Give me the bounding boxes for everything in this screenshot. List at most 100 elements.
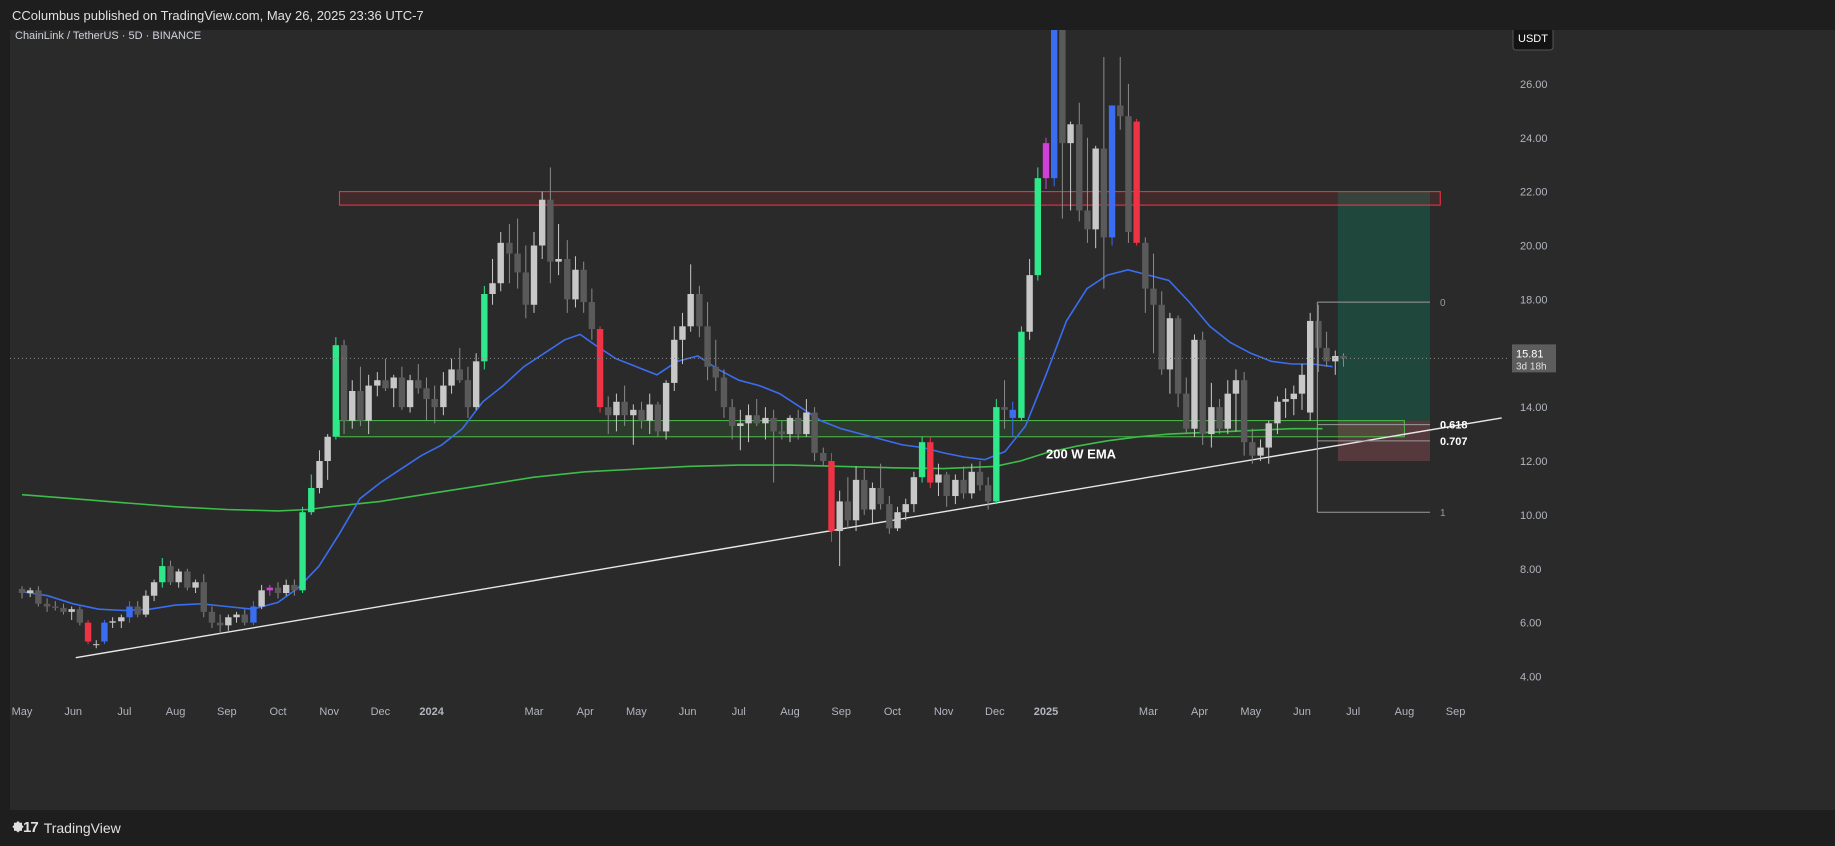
candle-body <box>952 479 959 497</box>
candle-body <box>481 294 488 362</box>
brand-name[interactable]: TradingView <box>44 820 121 836</box>
candle-body <box>423 388 430 400</box>
chart-panel[interactable]: 0 0.618 0.707 1 200 W EMA 4.00 6.00 8.00 10.00 1… <box>10 0 1835 810</box>
candle <box>142 590 150 618</box>
candle <box>687 264 694 332</box>
x-tick-label: Sep <box>217 706 237 718</box>
candle <box>1108 105 1116 246</box>
x-tick-label: Jun <box>1293 706 1311 718</box>
candle <box>960 466 967 499</box>
candle <box>175 568 182 588</box>
candle-body <box>1298 374 1306 394</box>
candle-body <box>282 584 290 594</box>
candle <box>35 586 42 607</box>
candle <box>159 558 166 588</box>
candle <box>596 326 604 413</box>
price-tag-value: 15.81 <box>1516 348 1544 360</box>
candle <box>538 191 546 259</box>
candle-body <box>679 326 686 340</box>
candle-body <box>712 366 719 378</box>
candle-body <box>960 479 967 494</box>
candle-body <box>605 407 612 416</box>
candle-body <box>357 390 364 421</box>
candle-body <box>76 609 84 623</box>
x-tick-label: Apr <box>577 706 594 718</box>
x-tick-label: Oct <box>884 706 901 718</box>
candle <box>1059 0 1066 219</box>
candle-body <box>167 566 174 583</box>
price-chart[interactable]: 0 0.618 0.707 1 200 W EMA 4.00 6.00 8.00 10.00 1… <box>10 0 1835 810</box>
candle <box>1117 56 1124 130</box>
x-tick-label: Aug <box>780 706 800 718</box>
candle-body <box>225 617 232 626</box>
x-tick-label: Dec <box>371 706 391 718</box>
y-tick-label: 10.00 <box>1520 510 1548 522</box>
candle-body <box>374 380 381 386</box>
candle-body <box>770 417 777 432</box>
candle <box>1166 312 1174 394</box>
candle <box>184 568 191 591</box>
candle-body <box>382 380 389 389</box>
fib-level-label: 0 <box>1440 298 1446 309</box>
candle-body <box>1150 288 1157 305</box>
candle <box>216 614 224 634</box>
candle-body <box>68 609 75 612</box>
candle-body <box>84 622 92 642</box>
candle-body <box>448 369 455 386</box>
candle <box>588 288 596 340</box>
candle <box>811 407 818 462</box>
ema-200-line <box>21 427 1323 512</box>
candle <box>415 364 422 394</box>
candle-body <box>1166 318 1174 370</box>
tradingview-logo-icon[interactable]: 🟐17 <box>12 817 39 839</box>
candle <box>968 463 975 499</box>
candle-body <box>324 436 331 462</box>
candle-body <box>836 501 843 532</box>
candle <box>324 434 331 480</box>
candle <box>250 601 257 626</box>
currency-badge[interactable]: USDT <box>1512 25 1554 51</box>
candle-body <box>1026 275 1033 332</box>
candle-body <box>762 417 769 424</box>
candle <box>1315 304 1322 373</box>
candle-body <box>844 501 852 521</box>
candle <box>679 312 686 365</box>
candle-body <box>886 504 893 529</box>
symbol-label[interactable]: ChainLink / TetherUS · 5D · BINANCE <box>15 30 201 42</box>
x-tick-label: Jul <box>1346 706 1360 718</box>
candle-body <box>349 390 356 421</box>
candle <box>580 261 587 313</box>
x-tick-label: Sep <box>1446 706 1466 718</box>
candle <box>299 506 306 594</box>
x-tick-label: Jun <box>64 706 82 718</box>
candle-body <box>514 253 521 273</box>
candle-body <box>522 272 530 305</box>
candle <box>167 560 174 585</box>
candle-body <box>1340 355 1347 359</box>
candle-body <box>580 269 587 303</box>
candle <box>258 584 265 610</box>
candle <box>76 606 84 626</box>
candle-body <box>159 566 166 583</box>
candle-body <box>704 326 711 367</box>
y-tick-label: 14.00 <box>1520 402 1548 414</box>
candle <box>1150 253 1157 354</box>
candle-body <box>984 485 992 502</box>
x-tick-label: Dec <box>985 706 1005 718</box>
candle-body <box>786 417 794 435</box>
candle-body <box>1265 423 1272 448</box>
candle-body <box>555 258 562 262</box>
candle <box>753 399 760 426</box>
candle-body <box>456 369 463 381</box>
candle <box>1133 118 1140 246</box>
candle <box>770 409 777 483</box>
candle <box>720 369 728 418</box>
candle <box>101 619 108 645</box>
candle <box>704 302 711 381</box>
candle-body <box>869 487 876 510</box>
candle-body <box>18 588 26 594</box>
candle <box>993 399 1000 505</box>
candle <box>572 256 579 308</box>
candle-body <box>134 606 141 615</box>
candle <box>489 258 496 305</box>
